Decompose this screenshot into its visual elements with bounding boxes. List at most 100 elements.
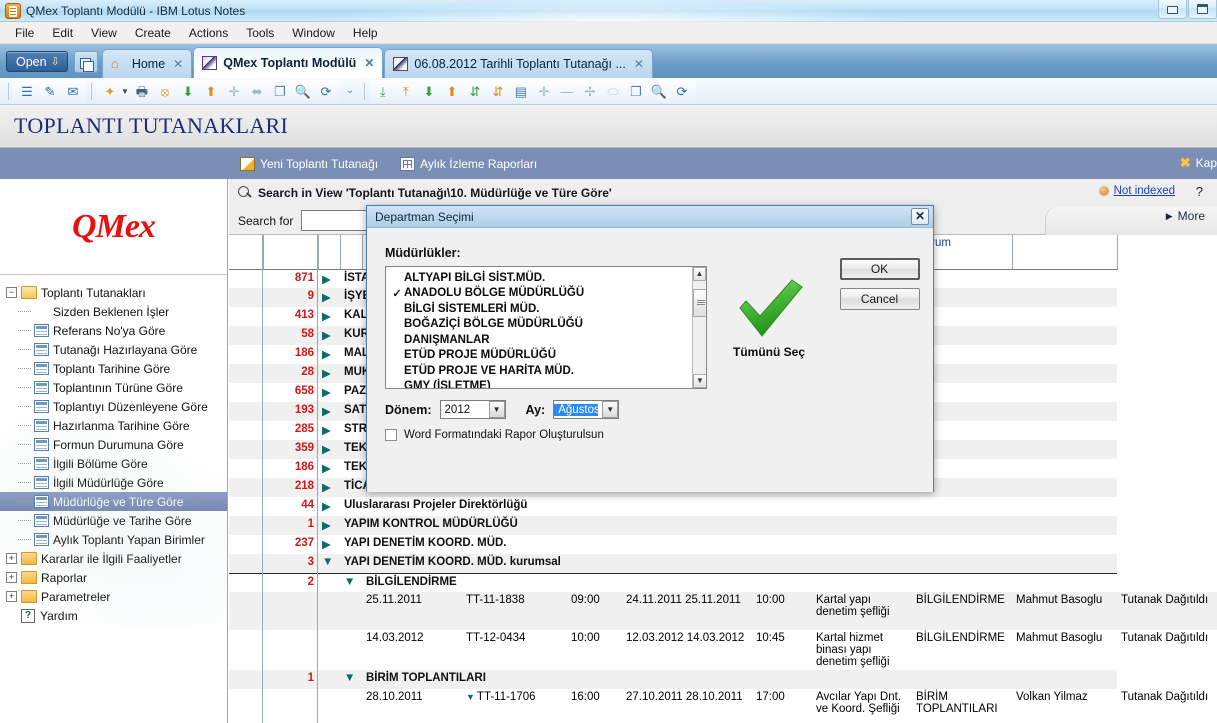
more-button[interactable]: ▶ More [1166,209,1205,223]
word-format-checkbox[interactable] [385,429,397,441]
sidebar-item-toplantinin-turune-gore[interactable]: Toplantının Türüne Göre [0,378,227,397]
print-icon[interactable]: 🖶 [132,82,152,101]
send-top-icon[interactable]: ⤒ [396,82,416,101]
scroll-down-icon[interactable]: ▼ [693,374,706,388]
col-header-count[interactable] [263,235,319,270]
menu-file[interactable]: File [6,24,43,42]
up-arrow-icon[interactable]: ⬆ [442,82,462,101]
close-icon[interactable]: ✕ [173,57,183,71]
refresh-icon[interactable]: ⟳ [316,82,336,101]
expand-twisty-icon[interactable]: ▶ [318,307,340,326]
help-question-icon[interactable]: ? [1196,184,1203,199]
word-format-checkbox-row[interactable]: Word Formatındaki Rapor Oluşturulsun [385,429,604,441]
checklist-icon[interactable]: ☰ [17,82,37,101]
window-list-button[interactable] [73,51,98,73]
calendar-icon[interactable]: ▤ [511,82,531,101]
open-button[interactable]: Open ⇩ [6,51,68,72]
select-all-control[interactable]: Tümünü Seç [719,278,819,359]
table-row[interactable]: 2 ▼ BİLGİLENDİRME [229,572,1217,592]
col-header-icon[interactable] [340,235,363,270]
expand-twisty-icon[interactable]: ▶ [318,516,340,535]
sidebar-item-tutanagi-hazirlayana-gore[interactable]: Tutanağı Hazırlayana Göre [0,340,227,359]
expand-twisty-icon[interactable]: ▶ [318,383,340,402]
expand-expander-icon[interactable]: + [6,553,17,564]
sidebar-item-kararlar-ile-ilgili-faaliyetler[interactable]: + Kararlar ile İlgili Faaliyetler [0,549,227,568]
expand-expander-icon[interactable]: + [6,591,17,602]
binoculars-icon[interactable]: 🔍 [649,82,669,101]
menu-edit[interactable]: Edit [43,24,82,42]
list-item[interactable]: ALTYAPI BİLGİ SİST.MÜD. [386,270,692,286]
maximize-button[interactable] [1188,0,1217,19]
table-row[interactable]: 25.11.2011 TT-11-1838 09:00 24.11.2011 2… [229,592,1217,630]
list-item[interactable]: BOĞAZİÇİ BÖLGE MÜDÜRLÜĞÜ [386,317,692,333]
down-arrow-icon[interactable]: ⬇ [419,82,439,101]
edit-document-icon[interactable]: ✎ [40,82,60,101]
export-up-icon[interactable]: ⬆ [201,82,221,101]
expand-twisty-icon[interactable]: ▶ [318,535,340,554]
sidebar-item-referans-noya-gore[interactable]: Referans No'ya Göre [0,321,227,340]
close-icon[interactable]: ✕ [634,57,644,71]
scroll-up-icon[interactable]: ▲ [693,267,706,281]
expand-twisty-icon[interactable]: ▶ [318,326,340,345]
not-indexed-link[interactable]: Not indexed [1114,185,1175,197]
menu-window[interactable]: Window [283,24,344,42]
minimize-button[interactable] [1158,0,1187,19]
expand-all-icon[interactable]: ✛ [224,82,244,101]
collapse-twisty-icon[interactable]: ▼ [340,670,362,689]
download-icon[interactable]: ⤓ [373,82,393,101]
find-icon[interactable]: 🔍 [293,82,313,101]
cancel-button[interactable]: Cancel [839,288,920,310]
expand-expander-icon[interactable]: + [6,572,17,583]
sidebar-item-raporlar[interactable]: + Raporlar [0,568,227,587]
ay-select[interactable]: Ağustos ▼ [553,400,620,419]
sidebar-item-ilgili-bolume-gore[interactable]: İlgili Bölüme Göre [0,454,227,473]
list-item[interactable]: BİLGİ SİSTEMLERİ MÜD. [386,301,692,317]
expand-twisty-icon[interactable]: ▶ [318,497,340,516]
duplicate-icon[interactable]: ❐ [626,82,646,101]
expand-twisty-icon[interactable]: ▶ [318,345,340,364]
import-down-icon[interactable]: ⬇ [178,82,198,101]
action-yeni-toplanti-tutanagi[interactable]: Yeni Toplantı Tutanağı [228,156,388,171]
forward-mail-icon[interactable]: ✉ [63,82,83,101]
sidebar-item-aylik-toplanti-yapan-birimler[interactable]: Aylık Toplantı Yapan Birimler [0,530,227,549]
sidebar-item-sizden-beklenen-isler[interactable]: Sizden Beklenen İşler [0,302,227,321]
menu-help[interactable]: Help [344,24,387,42]
list-item[interactable]: ✓ ANADOLU BÖLGE MÜDÜRLÜĞÜ [386,286,692,302]
sidebar-item-formun-durumuna-gore[interactable]: Formun Durumuna Göre [0,435,227,454]
list-item[interactable]: ETÜD PROJE VE HARİTA MÜD. [386,363,692,379]
col-header-twisty[interactable] [318,235,341,270]
collapse-twisty-icon[interactable]: ▼ [318,554,340,573]
cancel-icon[interactable]: ⦻ [155,82,175,101]
menu-view[interactable]: View [82,24,126,42]
sidebar-item-parametreler[interactable]: + Parametreler [0,587,227,606]
scrollbar-thumb[interactable] [693,289,706,317]
table-row[interactable]: 14.03.2012 TT-12-0434 10:00 12.03.2012 1… [229,630,1217,670]
expand-twisty-icon[interactable]: ▶ [318,478,340,497]
action-kapat[interactable]: ✖ Kap [1180,155,1217,171]
expand-twisty-icon[interactable]: ▶ [318,402,340,421]
list-item[interactable]: DANIŞMANLAR [386,332,692,348]
chevrons-icon[interactable]: ⌄ [340,82,360,101]
mudurlukler-listbox[interactable]: ALTYAPI BİLGİ SİST.MÜD. ✓ ANADOLU BÖLGE … [385,266,707,389]
expand-twisty-icon[interactable]: ▶ [318,440,340,459]
plus-icon[interactable]: ✛ [534,82,554,101]
sidebar-item-toplanti-tutanaklari[interactable]: − Toplantı Tutanakları [0,283,227,302]
sidebar-item-mudurluge-ve-ture-gore[interactable]: Müdürlüğe ve Türe Göre [0,492,227,511]
reload-icon[interactable]: ⟳ [672,82,692,101]
chevron-down-icon[interactable]: ▼ [488,401,505,418]
col-header-rail[interactable] [229,235,264,270]
ok-button[interactable]: OK [839,258,920,280]
table-row[interactable]: 44 ▶ Uluslararası Projeler Direktörlüğü [229,497,1217,516]
close-icon[interactable]: ✕ [364,56,374,70]
listbox-scrollbar[interactable]: ▲ ▼ [692,267,706,388]
table-row[interactable]: 28.10.2011 ▼ TT-11-1706 16:00 27.10.2011 … [229,689,1217,723]
collapse-twisty-icon[interactable]: ▼ [340,572,362,592]
sidebar-item-toplantiyi-duzenleyene-gore[interactable]: Toplantıyı Düzenleyene Göre [0,397,227,416]
table-row[interactable]: 3 ▼ YAPI DENETİM KOORD. MÜD. kurumsal [229,554,1217,573]
expand-twisty-icon[interactable]: ▶ [318,269,340,288]
action-aylik-izleme-raporlari[interactable]: Aylık İzleme Raporları [388,156,547,171]
collapse-twisty-icon[interactable]: ▼ [466,692,477,702]
tab-home[interactable]: ⌂ Home ✕ [101,49,193,78]
sidebar-item-mudurluge-ve-tarihe-gore[interactable]: Müdürlüğe ve Tarihe Göre [0,511,227,530]
sync-down-icon[interactable]: ⇵ [465,82,485,101]
